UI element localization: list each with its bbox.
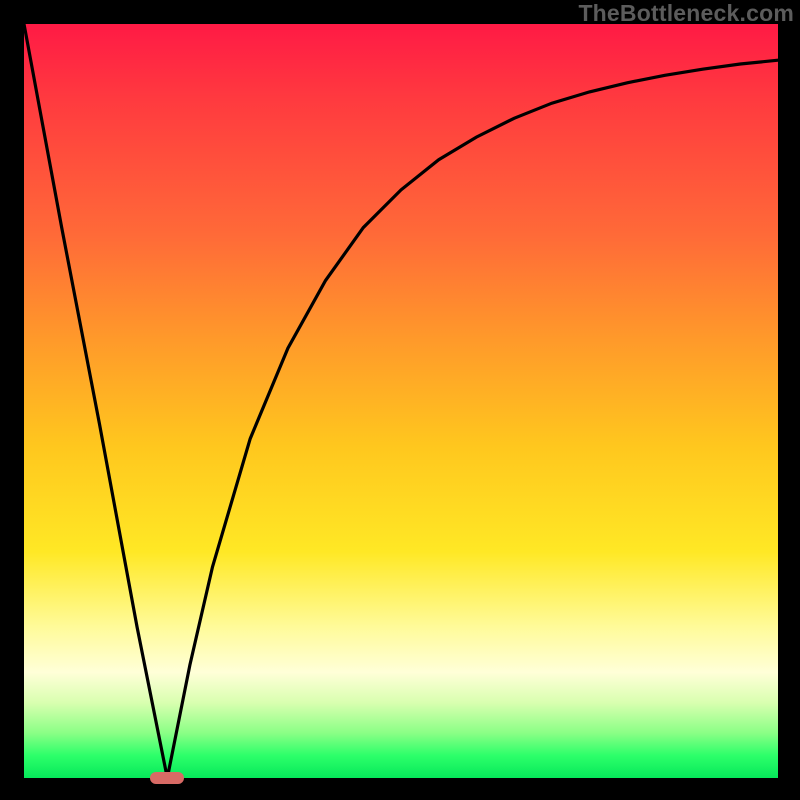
minimum-marker: [150, 772, 184, 784]
curve-path: [24, 24, 778, 778]
watermark-text: TheBottleneck.com: [578, 0, 794, 27]
chart-frame: [24, 24, 778, 778]
bottleneck-curve: [24, 24, 778, 778]
